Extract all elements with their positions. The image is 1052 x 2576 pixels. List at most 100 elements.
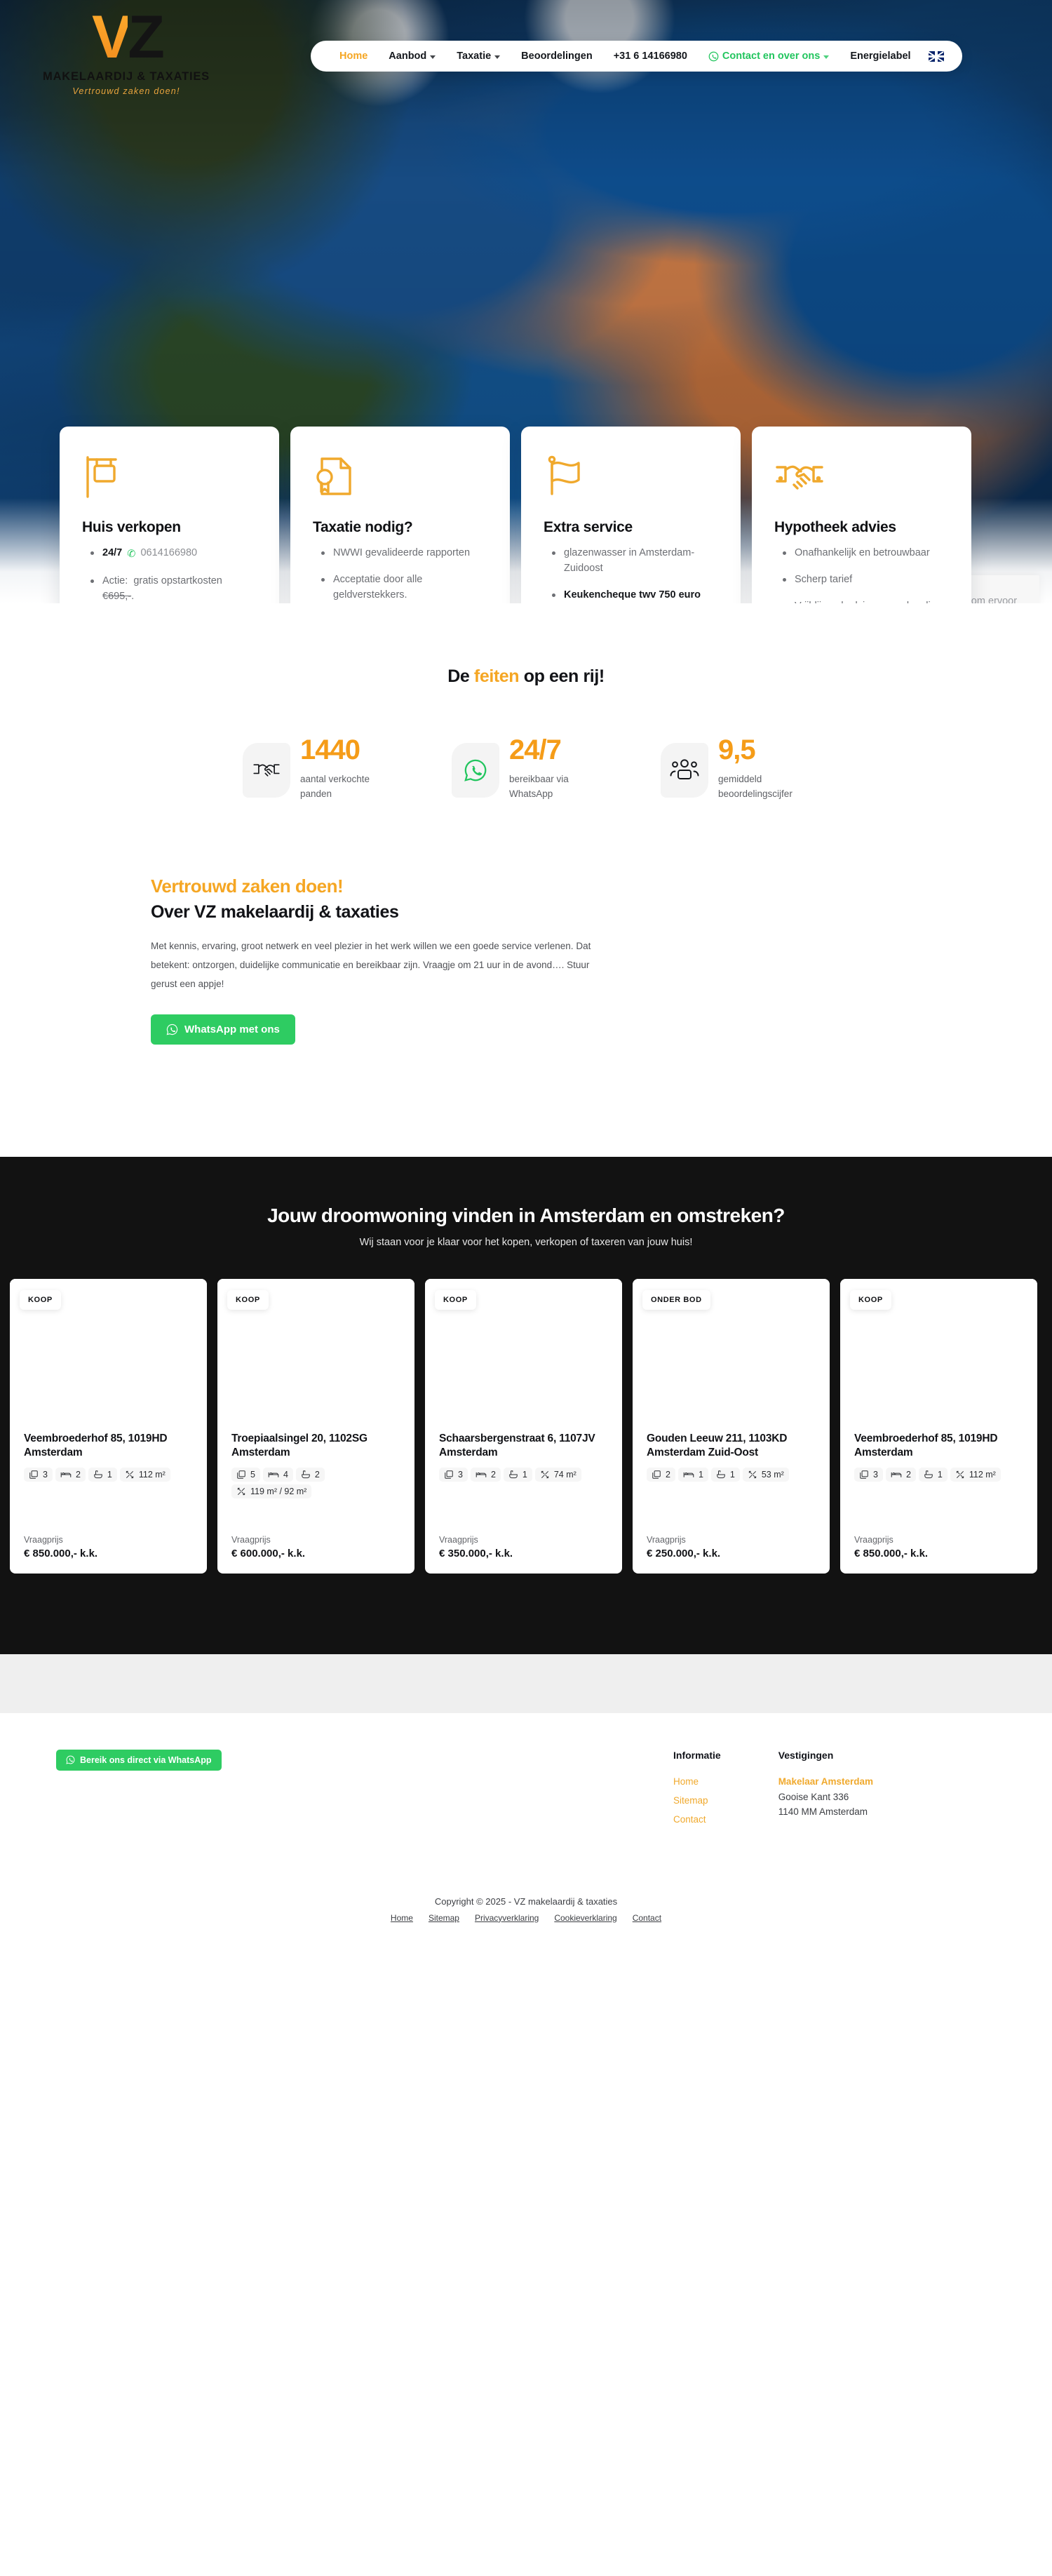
footer-link-sitemap[interactable]: Sitemap: [673, 1795, 721, 1806]
listing-specs: 3 2 1 74 m²: [439, 1467, 608, 1482]
service-card-hypotheek-advies[interactable]: Hypotheek advies Onafhankelijk en betrou…: [752, 427, 971, 603]
bottom-link-cookies[interactable]: Cookieverklaring: [554, 1913, 616, 1923]
list-item: Vrijblijvend adviesgesprek online of op …: [783, 599, 949, 604]
spec-rooms: 3: [854, 1467, 883, 1482]
spec-bathrooms: 1: [88, 1467, 117, 1482]
bottom-link-sitemap[interactable]: Sitemap: [429, 1913, 459, 1923]
nav-label: Beoordelingen: [521, 51, 593, 62]
card-title: Taxatie nodig?: [313, 519, 413, 535]
nav-label: Home: [339, 51, 368, 62]
listings-carousel[interactable]: KOOP Veembroederhof 85, 1019HD Amsterdam…: [0, 1278, 1052, 1574]
pre-footer-spacer: [0, 1653, 1052, 1713]
rooms-icon: [652, 1470, 661, 1479]
footer-column-locations: Vestigingen Makelaar Amsterdam Gooise Ka…: [778, 1750, 873, 1833]
list-item: Scherp tarief: [783, 572, 949, 588]
fact-average-rating: 9,5 gemiddeld beoordelingscijfer: [661, 730, 809, 802]
nav-item-contact[interactable]: Contact en over ons: [698, 51, 839, 62]
price-label: Vraagprijs: [854, 1534, 893, 1545]
card-bullet-list: Onafhankelijk en betrouwbaar Scherp tari…: [783, 546, 949, 603]
facts-heading: De feiten op een rij!: [447, 666, 605, 686]
bottom-link-contact[interactable]: Contact: [633, 1913, 661, 1923]
footer-copyright: Copyright © 2025 - VZ makelaardij & taxa…: [0, 1896, 1052, 1941]
price-label: Vraagprijs: [647, 1534, 686, 1545]
whatsapp-icon: [66, 1755, 75, 1764]
chevron-down-icon: [430, 55, 436, 59]
footer-whatsapp-button[interactable]: Bereik ons direct via WhatsApp: [56, 1749, 222, 1771]
listing-address: Troepiaalsingel 20, 1102SG Amsterdam: [231, 1432, 367, 1459]
spec-bedrooms: 2: [55, 1467, 86, 1482]
listing-photo: ONDER BOD: [633, 1278, 830, 1432]
about-body: Met kennis, ervaring, groot netwerk en v…: [151, 940, 591, 989]
service-card-extra-service[interactable]: Extra service glazenwasser in Amsterdam-…: [521, 427, 741, 603]
spec-rooms: 5: [231, 1467, 260, 1482]
nav-label: Taxatie: [457, 51, 492, 62]
service-card-taxatie[interactable]: Taxatie nodig? NWWI gevalideerde rapport…: [290, 427, 510, 603]
fact-sold-properties: 1440 aantal verkochte panden: [243, 730, 391, 802]
price-label: Vraagprijs: [231, 1534, 271, 1545]
nav-item-home[interactable]: Home: [329, 51, 378, 62]
nav-item-aanbod[interactable]: Aanbod: [378, 51, 446, 62]
bath-icon: [302, 1470, 310, 1478]
area-icon: [237, 1487, 245, 1495]
about-section: Vertrouwd zaken doen! Over VZ makelaardi…: [0, 802, 1052, 1045]
fact-value: 9,5: [718, 734, 756, 765]
listing-photo: KOOP: [217, 1278, 414, 1432]
spec-rooms: 2: [647, 1467, 675, 1482]
site-logo[interactable]: VZ MAKELAARDIJ & TAXATIES Vertrouwd zake…: [21, 7, 231, 96]
listing-specs: 5 4 2 119 m² / 92 m²: [231, 1467, 400, 1498]
facts-row: 1440 aantal verkochte panden 24/7 bereik…: [0, 730, 1052, 802]
list-item: Keukencheque twv 750 euro: [552, 588, 718, 603]
spec-rooms: 3: [439, 1467, 468, 1482]
uk-flag-icon[interactable]: [928, 51, 944, 62]
spec-bathrooms: 1: [503, 1467, 532, 1482]
nav-item-phone[interactable]: +31 6 14166980: [603, 51, 698, 62]
listing-card[interactable]: KOOP Troepiaalsingel 20, 1102SG Amsterda…: [217, 1278, 414, 1574]
fact-label: bereikbaar via WhatsApp: [509, 774, 569, 799]
listing-card[interactable]: KOOP Veembroederhof 85, 1019HD Amsterdam…: [10, 1278, 207, 1574]
whatsapp-icon: [452, 743, 499, 798]
service-cards: Huis verkopen 24/7 ✆ 0614166980 Actie: g…: [60, 427, 971, 603]
area-icon: [748, 1470, 757, 1478]
spec-bedrooms: 2: [885, 1467, 916, 1482]
facts-heading-highlight: feiten: [473, 666, 520, 686]
nav-item-taxatie[interactable]: Taxatie: [446, 51, 511, 62]
footer-link-home[interactable]: Home: [673, 1776, 721, 1787]
footer-column-heading: Vestigingen: [778, 1749, 834, 1761]
bed-icon: [268, 1472, 279, 1477]
nav-label: Energielabel: [850, 51, 911, 62]
listing-card[interactable]: KOOP Veembroederhof 85, 1019HD Amsterdam…: [840, 1278, 1037, 1574]
main-navigation[interactable]: Home Aanbod Taxatie Beoordelingen +31 6 …: [311, 41, 962, 72]
bath-icon: [94, 1470, 102, 1478]
footer-link-contact[interactable]: Contact: [673, 1814, 721, 1825]
spec-area: 112 m²: [950, 1467, 1001, 1482]
bottom-link-home[interactable]: Home: [391, 1913, 413, 1923]
people-icon: [661, 743, 708, 798]
status-badge: KOOP: [435, 1289, 476, 1310]
rooms-icon: [860, 1470, 868, 1479]
service-card-huis-verkopen[interactable]: Huis verkopen 24/7 ✆ 0614166980 Actie: g…: [60, 427, 279, 603]
for-sale-sign-icon: [82, 453, 257, 504]
nav-label: Aanbod: [389, 51, 427, 62]
listing-address: Veembroederhof 85, 1019HD Amsterdam: [854, 1432, 998, 1459]
whatsapp-contact-button[interactable]: WhatsApp met ons: [151, 1014, 295, 1045]
listing-card[interactable]: KOOP Schaarsbergenstraat 6, 1107JV Amste…: [425, 1278, 622, 1574]
listing-specs: 3 2 1 112 m²: [24, 1467, 193, 1482]
listing-address: Veembroederhof 85, 1019HD Amsterdam: [24, 1432, 168, 1459]
bed-icon: [60, 1472, 72, 1477]
card-title: Extra service: [544, 519, 633, 535]
nav-item-energielabel[interactable]: Energielabel: [839, 51, 921, 62]
list-item: NWWI gevalideerde rapporten: [321, 546, 487, 561]
nav-item-beoordelingen[interactable]: Beoordelingen: [511, 51, 603, 62]
spec-bedrooms: 2: [470, 1467, 501, 1482]
bottom-link-privacy[interactable]: Privacyverklaring: [475, 1913, 539, 1923]
listing-address: Schaarsbergenstraat 6, 1107JV Amsterdam: [439, 1432, 595, 1459]
footer-column-information: Informatie Home Sitemap Contact: [673, 1750, 721, 1833]
listing-card[interactable]: ONDER BOD Gouden Leeuw 211, 1103KD Amste…: [633, 1278, 830, 1574]
nav-label: Contact en over ons: [722, 51, 821, 62]
button-label: Bereik ons direct via WhatsApp: [80, 1755, 212, 1765]
rooms-icon: [445, 1470, 453, 1479]
listing-specs: 3 2 1 112 m²: [854, 1467, 1023, 1482]
facts-section: De feiten op een rij! 1440 aantal verkoc…: [0, 603, 1052, 802]
fact-label: gemiddeld beoordelingscijfer: [718, 774, 793, 799]
listing-photo: KOOP: [425, 1278, 622, 1432]
